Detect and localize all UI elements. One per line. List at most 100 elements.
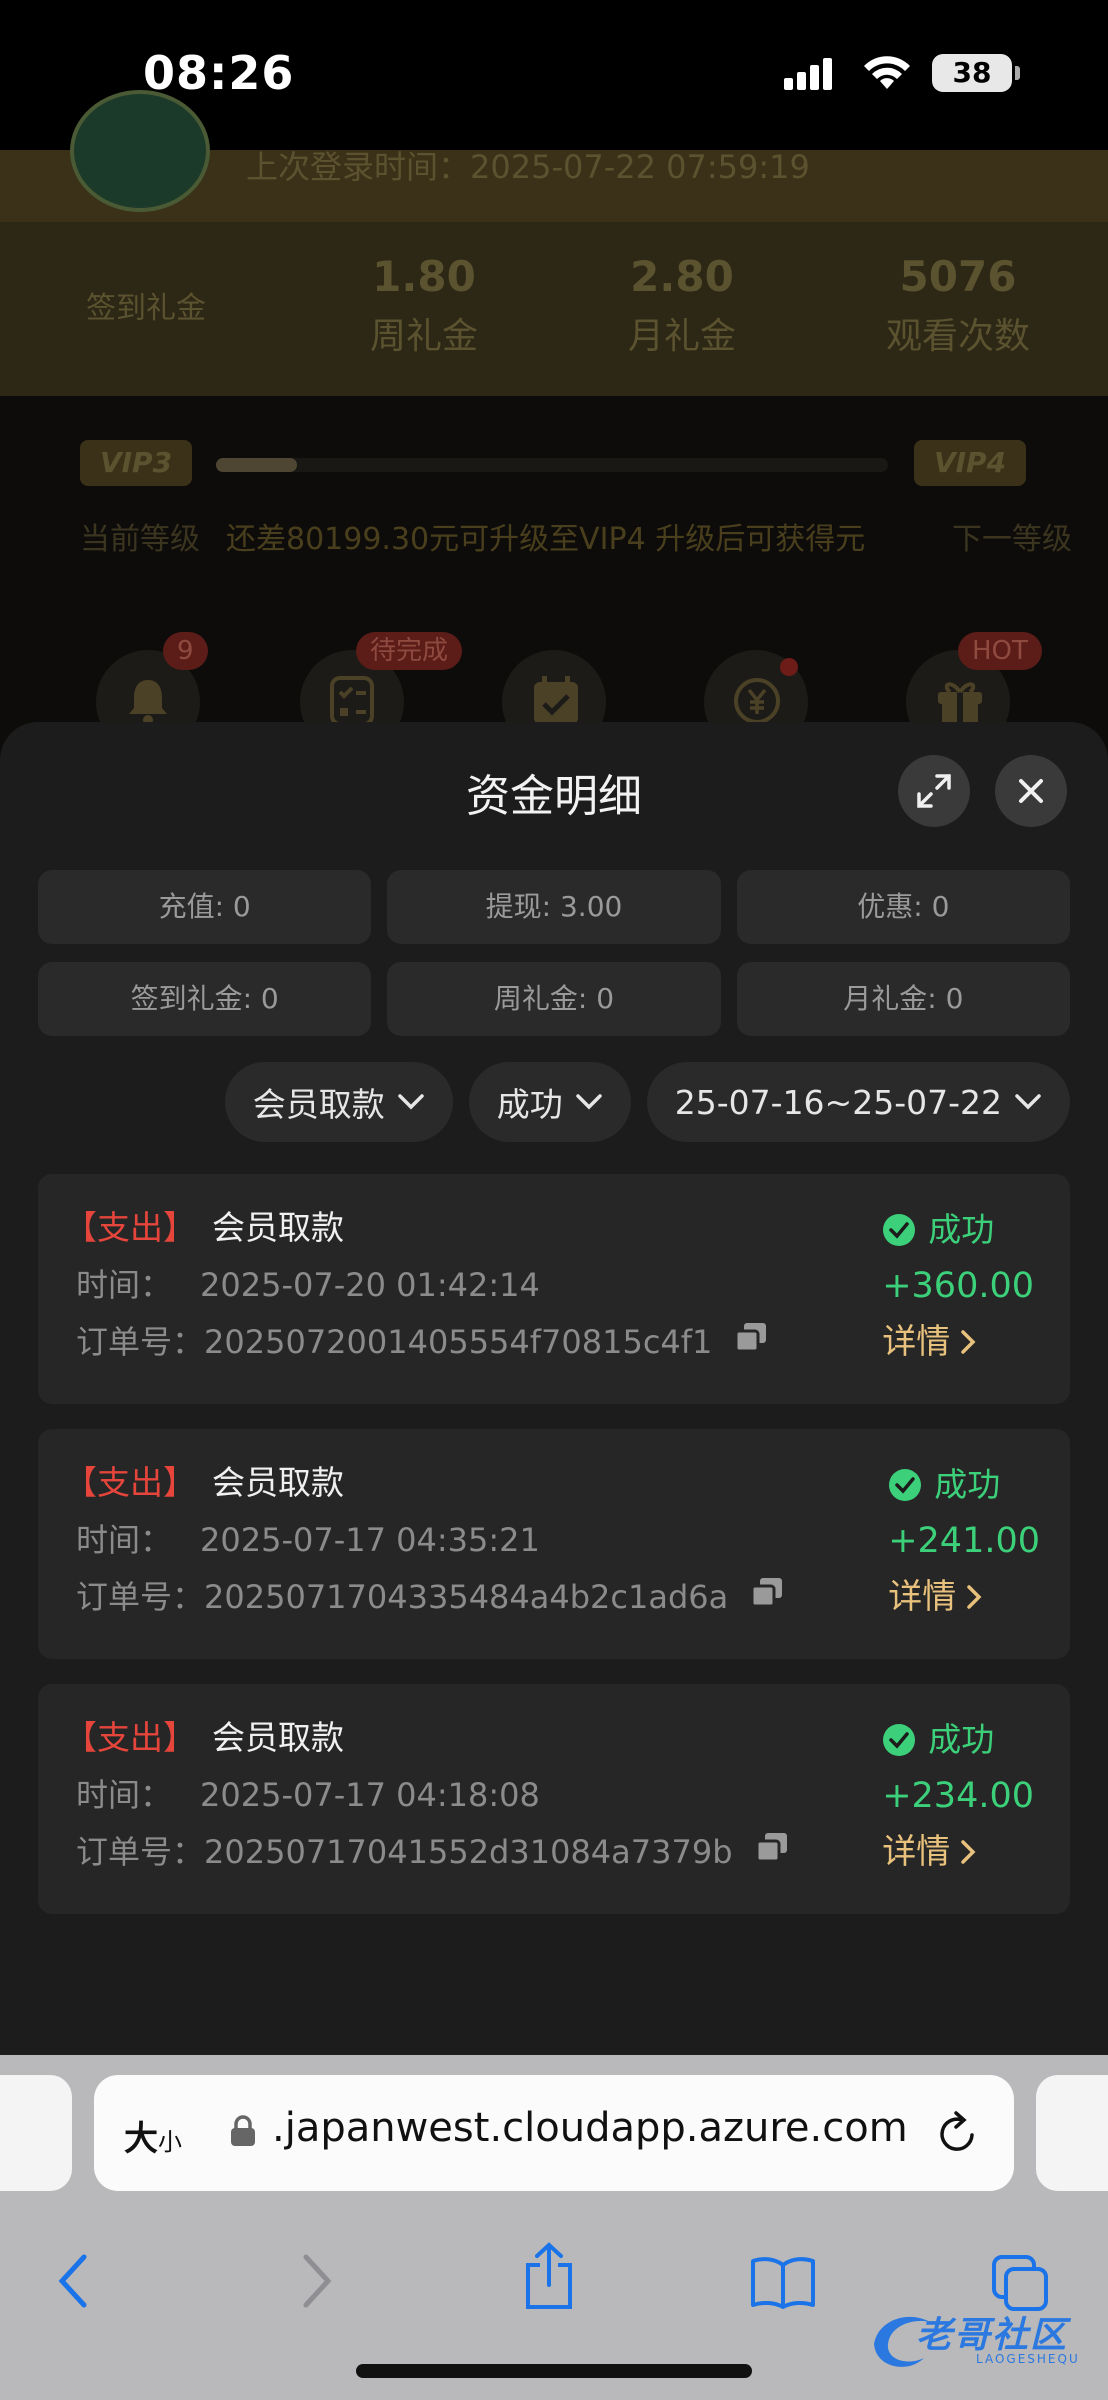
record-amount: +241.00 (888, 1521, 1040, 1561)
summary-row-2: 签到礼金: 0 周礼金: 0 月礼金: 0 (38, 962, 1070, 1036)
wifi-icon (864, 56, 910, 89)
vip-next-label: 下一等级 (952, 522, 1072, 557)
home-indicator (356, 2364, 752, 2378)
close-button[interactable] (995, 755, 1067, 827)
transaction-record: 【支出】 会员取款 时间： 2025-07-17 04:18:08 订单号： 2025… (38, 1684, 1070, 1914)
vip-texts: 当前等级 还差80199.30元可升级至VIP4 升级后可获得元 下一等级 (80, 514, 1072, 558)
summary-withdraw: 提现: 3.00 (387, 870, 721, 944)
chevron-down-icon (1015, 1094, 1041, 1110)
weekly-bonus-value: 1.80 (372, 252, 476, 301)
detail-link[interactable]: 详情 (888, 1577, 1040, 1617)
back-icon[interactable] (56, 2253, 92, 2309)
order-number: 2025071704335484a4b2c1ad6a (204, 1578, 729, 1616)
monthly-bonus-label: 月礼金 (627, 316, 736, 357)
fund-details-sheet: 资金明细 充值: 0 提现: 3.00 优惠: 0 签到礼金: 0 周礼金: 0… (0, 722, 1108, 2055)
url-text: .japanwest.cloudapp.azure.com (272, 2105, 908, 2151)
copy-icon[interactable] (750, 1577, 784, 1617)
copy-icon[interactable] (755, 1832, 789, 1872)
record-amount: +234.00 (882, 1776, 1034, 1816)
status-time: 08:26 (143, 46, 295, 100)
record-status: 成功 (882, 1720, 1034, 1760)
avatar (70, 90, 210, 212)
record-time: 时间： 2025-07-20 01:42:14 (76, 1265, 768, 1305)
text-size-large: 大 (124, 2119, 158, 2159)
weekly-bonus-label: 周礼金 (369, 316, 478, 357)
monthly-bonus-value: 2.80 (630, 252, 734, 301)
record-result: 成功 +234.00 详情 (882, 1720, 1034, 1872)
view-count-stat: 5076 观看次数 (848, 252, 1068, 359)
share-icon[interactable] (522, 2241, 576, 2311)
watermark-subtext: LAOGESHEQU (976, 2352, 1080, 2366)
record-status: 成功 (888, 1465, 1040, 1505)
detail-link[interactable]: 详情 (882, 1832, 1034, 1872)
success-check-icon (883, 1724, 916, 1756)
status-filter-value: 成功 (496, 1085, 563, 1124)
notification-count-badge: 9 (163, 632, 208, 670)
status-filter-dropdown[interactable]: 成功 (468, 1062, 631, 1142)
record-result: 成功 +360.00 详情 (882, 1210, 1034, 1362)
summary-checkin-bonus: 签到礼金: 0 (38, 962, 372, 1036)
filter-bar: 会员取款 成功 25-07-16~25-07-22 (224, 1062, 1070, 1142)
text-size-small: 小 (158, 2128, 182, 2156)
address-bar[interactable]: 大小 .japanwest.cloudapp.azure.com (94, 2075, 1014, 2191)
order-number: 2025072001405554f70815c4f1 (204, 1323, 713, 1361)
close-icon (1019, 779, 1043, 803)
date-range-dropdown[interactable]: 25-07-16~25-07-22 (646, 1062, 1070, 1142)
previous-tab-preview[interactable] (0, 2075, 72, 2191)
order-label: 订单号： (76, 1833, 205, 1871)
copy-icon[interactable] (734, 1322, 768, 1362)
status-icons: 38 (784, 54, 1020, 92)
red-dot-indicator (780, 658, 798, 676)
reload-icon[interactable] (936, 2111, 978, 2155)
bookmarks-icon[interactable] (750, 2255, 816, 2309)
vip-current-label: 当前等级 (80, 522, 200, 557)
lock-icon (231, 2115, 255, 2146)
type-filter-value: 会员取款 (252, 1085, 385, 1124)
order-label: 订单号： (76, 1323, 205, 1361)
record-type: 【支出】 (64, 1208, 196, 1247)
transaction-record: 【支出】 会员取款 时间： 2025-07-20 01:42:14 订单号： 2025… (38, 1174, 1070, 1404)
vip-progress-fill (216, 458, 297, 472)
detail-link[interactable]: 详情 (882, 1322, 1034, 1362)
checkin-bonus-label: 签到礼金 (86, 291, 206, 326)
record-info: 【支出】 会员取款 时间： 2025-07-20 01:42:14 订单号： 2025… (64, 1208, 768, 1362)
forward-icon[interactable] (298, 2253, 334, 2309)
record-name: 会员取款 (212, 1463, 344, 1502)
type-filter-dropdown[interactable]: 会员取款 (224, 1062, 453, 1142)
record-info: 【支出】 会员取款 时间： 2025-07-17 04:18:08 订单号： 2025… (64, 1718, 789, 1872)
chevron-right-icon (961, 1330, 976, 1354)
summary-deposit: 充值: 0 (38, 870, 372, 944)
record-order: 订单号： 2025072001405554f70815c4f1 (76, 1322, 768, 1362)
record-result: 成功 +241.00 详情 (888, 1465, 1040, 1617)
summary-discount: 优惠: 0 (736, 870, 1070, 944)
record-type: 【支出】 (64, 1718, 196, 1757)
success-check-icon (889, 1469, 922, 1501)
hot-badge: HOT (958, 632, 1042, 670)
status-text: 成功 (928, 1210, 995, 1249)
status-text: 成功 (934, 1465, 1001, 1504)
text-size-button[interactable]: 大小 (124, 2111, 182, 2160)
vip-progress-bar (216, 458, 888, 472)
status-text: 成功 (928, 1720, 995, 1759)
weekly-bonus-stat: 1.80 周礼金 (314, 252, 534, 359)
time-label: 时间： (76, 1521, 173, 1559)
detail-label: 详情 (882, 1832, 951, 1872)
view-count-value: 5076 (899, 252, 1017, 301)
summary-monthly-bonus: 月礼金: 0 (736, 962, 1070, 1036)
record-info: 【支出】 会员取款 时间： 2025-07-17 04:35:21 订单号： 2025… (64, 1463, 784, 1617)
summary-weekly-bonus: 周礼金: 0 (387, 962, 721, 1036)
battery-indicator: 38 (932, 54, 1020, 92)
site-watermark: 老哥社区 LAOGESHEQU (868, 2300, 1096, 2380)
success-check-icon (883, 1214, 916, 1246)
time-value: 2025-07-20 01:42:14 (200, 1266, 540, 1304)
expand-button[interactable] (898, 755, 970, 827)
monthly-bonus-stat: 2.80 月礼金 (572, 252, 792, 359)
vip-next-badge: VIP4 (914, 440, 1026, 486)
record-name: 会员取款 (212, 1208, 344, 1247)
vip-progress-card: VIP3 VIP4 当前等级 还差80199.30元可升级至VIP4 升级后可获得… (44, 440, 1072, 570)
bonus-stats: 签到礼金 1.80 周礼金 2.80 月礼金 5076 观看次数 (0, 222, 1108, 396)
record-status: 成功 (882, 1210, 1034, 1250)
next-tab-preview[interactable] (1036, 2075, 1108, 2191)
vip-upgrade-text: 还差80199.30元可升级至VIP4 升级后可获得元 (226, 522, 866, 557)
time-value: 2025-07-17 04:18:08 (200, 1776, 540, 1814)
